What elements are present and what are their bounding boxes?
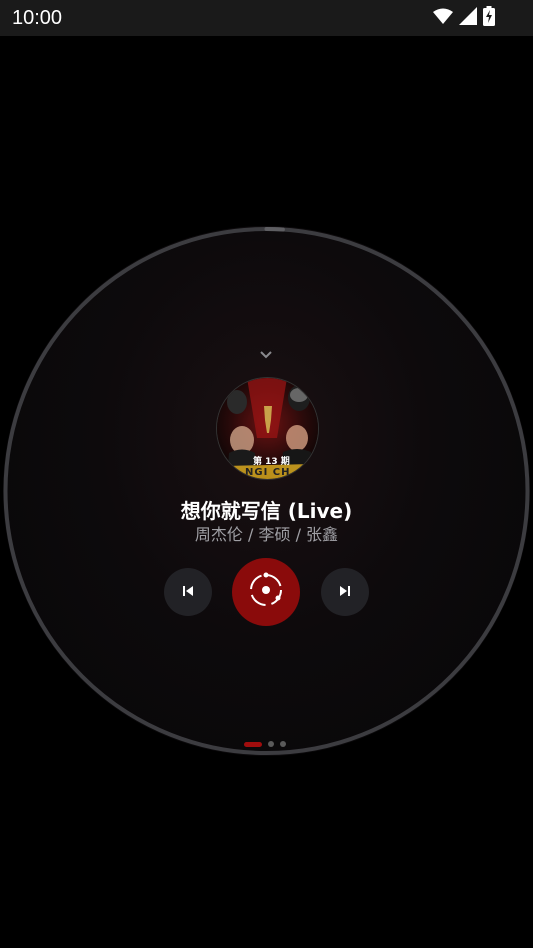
album-badge: 第 13 期 [253, 457, 290, 467]
page-dot-active[interactable] [244, 741, 262, 747]
status-bar: 10:00 [0, 0, 533, 36]
album-banner-text: NGI CH [245, 467, 291, 478]
battery-charging-icon [483, 6, 495, 30]
album-art[interactable]: 第 13 期 NGI CH [216, 377, 319, 480]
page-indicator [244, 740, 286, 748]
wifi-icon [433, 8, 453, 28]
status-time: 10:00 [12, 7, 63, 29]
progress-ring [3, 227, 530, 755]
song-title: 想你就写信 (Live) [180, 499, 353, 523]
page-dot[interactable] [268, 741, 274, 747]
skip-previous-icon [181, 583, 195, 602]
cell-signal-icon [459, 7, 477, 29]
play-pause-icon [246, 570, 286, 614]
song-artist: 周杰伦 / 李硕 / 张鑫 [194, 525, 339, 544]
watch-face [3, 226, 530, 756]
previous-button[interactable] [164, 568, 212, 616]
progress-ring-fill [264, 227, 285, 232]
chevron-down-icon[interactable] [257, 347, 275, 361]
skip-next-icon [338, 583, 352, 602]
page-dot[interactable] [280, 741, 286, 747]
status-icons [433, 6, 495, 30]
play-pause-button[interactable] [232, 558, 300, 626]
next-button[interactable] [321, 568, 369, 616]
